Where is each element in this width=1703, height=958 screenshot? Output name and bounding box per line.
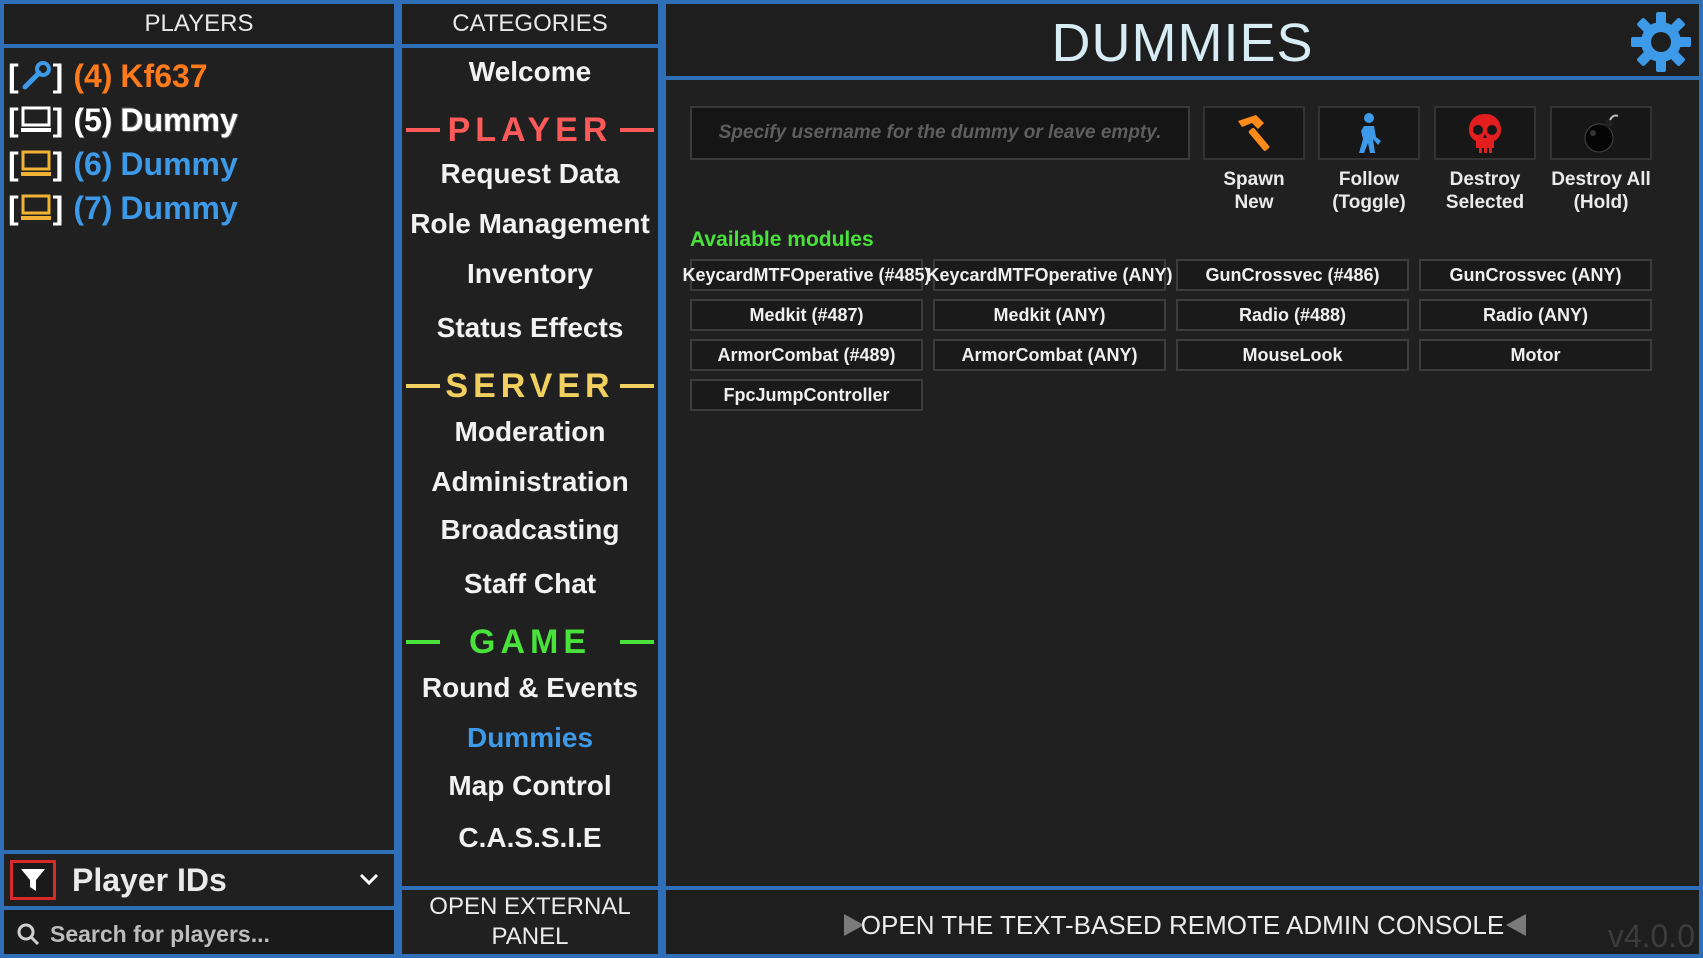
- module-button[interactable]: KeycardMTFOperative (#485): [682, 259, 931, 291]
- section-divider: [619, 128, 654, 132]
- label-line: Selected: [1445, 192, 1525, 213]
- player-id: (4): [73, 57, 113, 94]
- filter-label: Player IDs: [72, 862, 227, 898]
- arrow-left-icon: [1506, 914, 1526, 936]
- label-line: (Hold): [1573, 192, 1629, 213]
- module-button[interactable]: ArmorCombat (ANY): [933, 339, 1166, 371]
- spawn-new-button[interactable]: [1203, 106, 1305, 160]
- section-player: PLAYER: [402, 110, 658, 150]
- open-console-button[interactable]: OPEN THE TEXT-BASED REMOTE ADMIN CONSOLE…: [662, 886, 1703, 958]
- category-map-control[interactable]: Map Control: [402, 770, 658, 802]
- module-button[interactable]: Radio (#488): [1176, 299, 1409, 331]
- hammer-icon: [1238, 115, 1270, 151]
- players-header: PLAYERS: [0, 0, 398, 48]
- gear-icon[interactable]: [1629, 10, 1693, 74]
- computer-icon: []: [8, 101, 64, 138]
- player-row-7[interactable]: [] (7) Dummy: [8, 186, 238, 230]
- player-row-4[interactable]: [] (4) Kf637: [8, 54, 208, 98]
- module-button[interactable]: Motor: [1419, 339, 1652, 371]
- category-moderation[interactable]: Moderation: [402, 416, 658, 448]
- player-row-6[interactable]: [] (6) Dummy: [8, 142, 238, 186]
- person-icon: [1359, 113, 1381, 153]
- destroy-all-label: Destroy All (Hold): [1536, 168, 1666, 214]
- destroy-selected-label: Destroy Selected: [1420, 168, 1550, 214]
- follow-toggle-button[interactable]: [1318, 106, 1420, 160]
- section-game: GAME: [402, 622, 658, 662]
- destroy-selected-button[interactable]: [1434, 106, 1536, 160]
- category-dummies[interactable]: Dummies: [402, 722, 658, 754]
- filter-icon[interactable]: [10, 860, 56, 900]
- label-line: Destroy: [1449, 169, 1521, 190]
- computer-icon: []: [8, 145, 64, 182]
- label-line: Destroy All: [1551, 169, 1651, 190]
- chevron-down-icon[interactable]: [358, 868, 380, 890]
- category-role-management[interactable]: Role Management: [402, 208, 658, 240]
- console-label: OPEN THE TEXT-BASED REMOTE ADMIN CONSOLE: [860, 910, 1505, 940]
- player-name: Dummy: [120, 189, 238, 226]
- bomb-icon: [1584, 114, 1619, 153]
- wrench-icon: []: [8, 57, 64, 94]
- player-name: Dummy: [120, 101, 238, 138]
- module-button[interactable]: Medkit (#487): [690, 299, 923, 331]
- section-divider: [406, 640, 440, 644]
- player-name: Kf637: [120, 57, 208, 94]
- search-icon: [17, 923, 40, 946]
- module-button[interactable]: Radio (ANY): [1419, 299, 1652, 331]
- search-bar: [0, 906, 398, 958]
- section-title: PLAYER: [447, 110, 613, 149]
- section-divider: [406, 128, 440, 132]
- category-broadcasting[interactable]: Broadcasting: [402, 514, 658, 546]
- player-id: (7): [73, 189, 113, 226]
- label-line: New: [1234, 192, 1274, 213]
- module-button[interactable]: GunCrossvec (#486): [1176, 259, 1409, 291]
- category-welcome[interactable]: Welcome: [402, 56, 658, 88]
- skull-icon: [1469, 114, 1501, 153]
- modules-title: Available modules: [690, 228, 874, 251]
- spawn-new-label: Spawn New: [1189, 168, 1319, 214]
- player-name: Dummy: [120, 145, 238, 182]
- label-line: Spawn: [1223, 169, 1285, 190]
- section-divider: [620, 640, 654, 644]
- follow-toggle-label: Follow (Toggle): [1304, 168, 1434, 214]
- category-status-effects[interactable]: Status Effects: [402, 312, 658, 344]
- player-row-5[interactable]: [] (5) Dummy: [8, 98, 238, 142]
- main-header: DUMMIES: [662, 0, 1703, 80]
- section-title: SERVER: [445, 366, 615, 405]
- player-id: (5): [73, 101, 113, 138]
- category-round-events[interactable]: Round & Events: [402, 672, 658, 704]
- page-title: DUMMIES: [1051, 13, 1314, 73]
- module-button[interactable]: MouseLook: [1176, 339, 1409, 371]
- search-input[interactable]: [48, 916, 382, 952]
- label-line: Follow: [1338, 169, 1400, 190]
- category-administration[interactable]: Administration: [402, 466, 658, 498]
- category-staff-chat[interactable]: Staff Chat: [402, 568, 658, 600]
- module-button[interactable]: ArmorCombat (#489): [690, 339, 923, 371]
- open-external-panel-button[interactable]: OPEN EXTERNAL PANEL: [398, 886, 662, 958]
- module-button[interactable]: Medkit (ANY): [933, 299, 1166, 331]
- section-divider: [620, 384, 654, 388]
- module-button[interactable]: KeycardMTFOperative (ANY): [926, 259, 1173, 291]
- player-filter-dropdown[interactable]: Player IDs: [0, 850, 398, 910]
- section-divider: [406, 384, 440, 388]
- label-line: (Toggle): [1332, 192, 1406, 213]
- category-request-data[interactable]: Request Data: [402, 158, 658, 190]
- module-button[interactable]: GunCrossvec (ANY): [1419, 259, 1652, 291]
- section-title: GAME: [469, 622, 591, 661]
- dummy-username-input[interactable]: [690, 106, 1190, 160]
- version-label: v4.0.0: [1607, 918, 1695, 954]
- destroy-all-button[interactable]: [1550, 106, 1652, 160]
- category-cassie[interactable]: C.A.S.S.I.E: [402, 822, 658, 854]
- player-id: (6): [73, 145, 113, 182]
- categories-header: CATEGORIES: [398, 0, 662, 48]
- section-server: SERVER: [402, 366, 658, 406]
- module-button[interactable]: FpcJumpController: [690, 379, 923, 411]
- computer-icon: []: [8, 189, 64, 226]
- category-inventory[interactable]: Inventory: [402, 258, 658, 290]
